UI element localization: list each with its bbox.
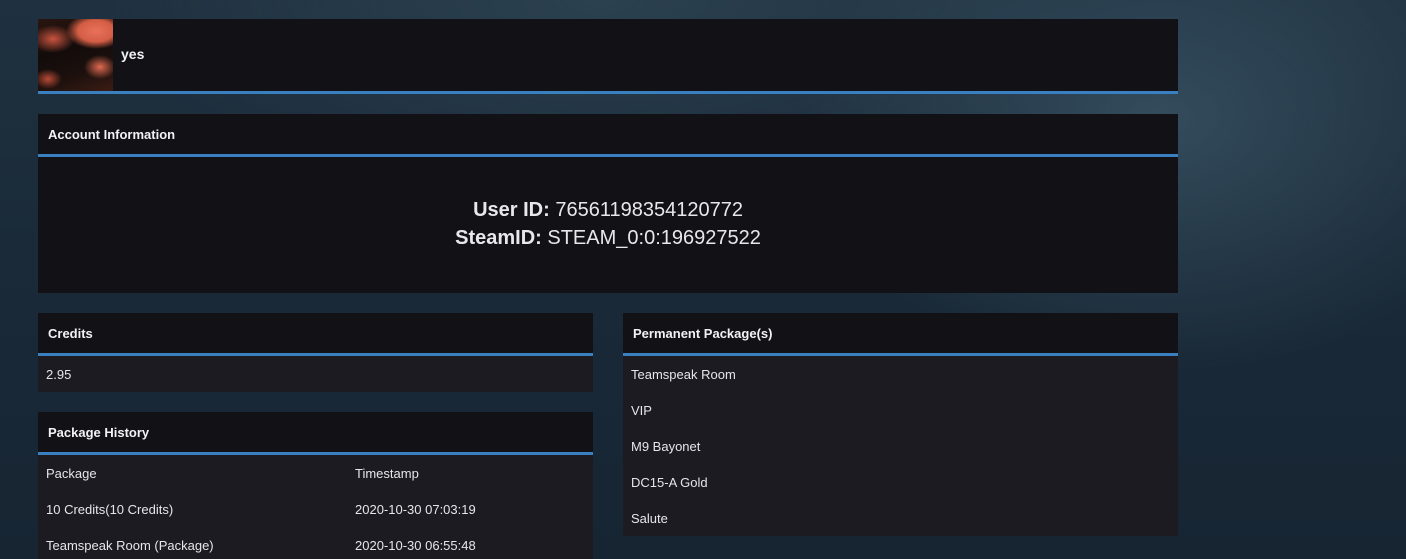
credits-panel: Credits 2.95	[38, 313, 593, 392]
package-cell: Teamspeak Room (Package)	[46, 537, 214, 553]
profile-bar: yes	[38, 19, 1178, 94]
timestamp-cell: 2020-10-30 07:03:19	[355, 501, 476, 517]
panel-title: Permanent Package(s)	[623, 313, 1178, 356]
timestamp-cell: 2020-10-30 06:55:48	[355, 537, 476, 553]
panel-title: Package History	[38, 412, 593, 455]
username: yes	[121, 46, 145, 62]
table-header-row: Package Timestamp	[38, 455, 593, 491]
column-header-package: Package	[46, 465, 97, 481]
permanent-packages-panel: Permanent Package(s) Teamspeak Room VIP …	[623, 313, 1178, 536]
panel-title: Account Information	[38, 114, 1178, 157]
table-row: 10 Credits(10 Credits) 2020-10-30 07:03:…	[38, 491, 593, 527]
list-item: DC15-A Gold	[631, 474, 708, 490]
table-row: Teamspeak Room (Package) 2020-10-30 06:5…	[38, 527, 593, 559]
history-table: Package Timestamp 10 Credits(10 Credits)…	[38, 455, 593, 559]
steam-id-label: SteamID:	[455, 227, 542, 249]
avatar[interactable]	[38, 19, 113, 91]
account-information-panel: Account Information User ID: 76561198354…	[38, 114, 1178, 293]
user-id-line: User ID: 76561198354120772	[38, 199, 1178, 222]
account-information-body: User ID: 76561198354120772 SteamID: STEA…	[38, 157, 1178, 293]
panel-title: Credits	[38, 313, 593, 356]
column-header-timestamp: Timestamp	[355, 465, 419, 481]
steam-id-value: STEAM_0:0:196927522	[547, 227, 761, 249]
list-item: M9 Bayonet	[631, 438, 701, 454]
package-history-panel: Package History Package Timestamp 10 Cre…	[38, 412, 593, 559]
user-id-value: 76561198354120772	[555, 199, 743, 221]
list-item: Salute	[631, 510, 668, 526]
user-id-label: User ID:	[473, 199, 550, 221]
package-cell: 10 Credits(10 Credits)	[46, 501, 174, 517]
package-list: Teamspeak Room VIP M9 Bayonet DC15-A Gol…	[623, 356, 1178, 536]
steam-id-line: SteamID: STEAM_0:0:196927522	[38, 227, 1178, 250]
list-item: Teamspeak Room	[631, 366, 736, 382]
list-item: VIP	[631, 402, 652, 418]
credits-value: 2.95	[38, 356, 593, 392]
